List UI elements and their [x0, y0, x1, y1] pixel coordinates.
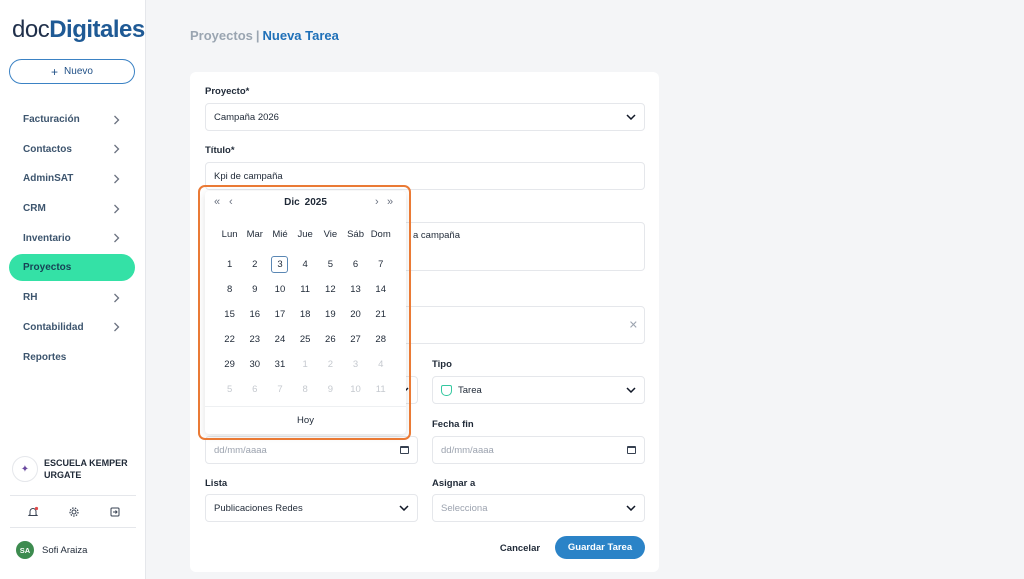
- sidebar-nav: Facturación Contactos AdminSAT CRM Inventari…: [9, 106, 135, 373]
- chevron-right-icon: [113, 144, 123, 154]
- chevron-right-icon: [113, 293, 123, 303]
- tipo-select-value: Tarea: [458, 384, 482, 396]
- sidebar-item-proyectos[interactable]: Proyectos: [9, 254, 135, 282]
- asignar-label: Asignar a: [432, 478, 476, 489]
- chevron-down-icon: [626, 385, 636, 396]
- sidebar-item-contabilidad[interactable]: Contabilidad: [9, 314, 135, 341]
- chevron-right-icon: [113, 115, 123, 125]
- page-title: Nueva Tarea: [262, 28, 339, 43]
- fecha-fin-placeholder: dd/mm/aaaa: [441, 444, 494, 456]
- sidebar-item-contactos[interactable]: Contactos: [9, 136, 135, 163]
- divider: [10, 527, 136, 528]
- lista-label: Lista: [205, 478, 228, 489]
- save-task-button[interactable]: Guardar Tarea: [555, 536, 645, 559]
- asignar-placeholder: Selecciona: [441, 502, 488, 514]
- project-select-value: Campaña 2026: [214, 111, 279, 123]
- clear-icon[interactable]: ✕: [629, 319, 638, 332]
- new-button[interactable]: + Nuevo: [9, 59, 135, 84]
- sidebar-item-rh[interactable]: RH: [9, 284, 135, 311]
- sidebar-item-label: Contabilidad: [23, 321, 84, 333]
- organization[interactable]: ✦ ESCUELA KEMPER URGATE: [12, 456, 140, 482]
- sidebar-item-adminsat[interactable]: AdminSAT: [9, 165, 135, 192]
- calendar-icon[interactable]: [400, 446, 409, 454]
- avatar: SA: [16, 541, 34, 559]
- cancel-button[interactable]: Cancelar: [494, 538, 546, 558]
- chevron-down-icon: [626, 112, 636, 123]
- chevron-right-icon: [113, 322, 123, 332]
- project-select[interactable]: Campaña 2026: [205, 103, 645, 131]
- breadcrumb: Proyectos | Nueva Tarea: [190, 28, 339, 43]
- tag-icon: [441, 384, 452, 396]
- sidebar-item-reportes[interactable]: Reportes: [9, 344, 135, 371]
- plus-icon: +: [51, 64, 59, 79]
- sidebar-item-facturaci-n[interactable]: Facturación: [9, 106, 135, 133]
- logout-icon[interactable]: [106, 503, 124, 521]
- sidebar-item-crm[interactable]: CRM: [9, 195, 135, 222]
- chevron-right-icon: [113, 174, 123, 184]
- fecha-inicio-input[interactable]: dd/mm/aaaa: [205, 436, 418, 464]
- calendar-icon[interactable]: [627, 446, 636, 454]
- logo-text-doc: doc: [12, 16, 50, 43]
- fecha-fin-label: Fecha fin: [432, 419, 474, 430]
- sidebar-item-inventario[interactable]: Inventario: [9, 225, 135, 252]
- sidebar-item-label: CRM: [23, 203, 46, 215]
- lista-select-value: Publicaciones Redes: [214, 502, 303, 514]
- fecha-inicio-placeholder: dd/mm/aaaa: [214, 444, 267, 456]
- sidebar-item-label: Contactos: [23, 143, 72, 155]
- new-button-label: Nuevo: [64, 66, 93, 77]
- org-name-line2: URGATE: [44, 470, 82, 480]
- app-logo[interactable]: docDigitales: [12, 16, 145, 44]
- user-name: Sofi Araiza: [42, 544, 88, 556]
- chevron-right-icon: [113, 233, 123, 243]
- sidebar-tools: [12, 503, 136, 521]
- lista-select[interactable]: Publicaciones Redes: [205, 494, 418, 522]
- chevron-down-icon: [399, 503, 409, 514]
- breadcrumb-separator: |: [255, 28, 260, 43]
- org-logo-icon: ✦: [12, 456, 38, 482]
- logo-text-digitales: Digitales: [49, 16, 145, 43]
- project-label: Proyecto*: [205, 86, 250, 97]
- user-profile[interactable]: SA Sofi Araiza: [16, 541, 87, 559]
- highlight-box: [198, 185, 411, 440]
- breadcrumb-parent[interactable]: Proyectos: [190, 28, 253, 43]
- tipo-select[interactable]: Tarea: [432, 376, 645, 404]
- sidebar-item-label: Inventario: [23, 232, 71, 244]
- sidebar: docDigitales + Nuevo Facturación Contacto…: [0, 0, 146, 579]
- sidebar-item-label: AdminSAT: [23, 173, 74, 185]
- gear-icon[interactable]: [65, 503, 83, 521]
- chevron-right-icon: [113, 204, 123, 214]
- fecha-fin-input[interactable]: dd/mm/aaaa: [432, 436, 645, 464]
- sidebar-item-label: Facturación: [23, 114, 80, 125]
- sidebar-item-label: Proyectos: [23, 262, 72, 274]
- sidebar-item-label: Reportes: [23, 351, 67, 363]
- org-name-line1: ESCUELA KEMPER: [44, 458, 128, 468]
- chevron-down-icon: [626, 503, 636, 514]
- title-input-value: Kpi de campaña: [214, 170, 283, 182]
- tipo-label: Tipo: [432, 359, 452, 370]
- divider: [10, 495, 136, 496]
- description-text: a campaña: [413, 230, 461, 241]
- bell-icon[interactable]: [24, 503, 42, 521]
- sidebar-item-label: RH: [23, 292, 38, 304]
- asignar-select[interactable]: Selecciona: [432, 494, 645, 522]
- org-name: ESCUELA KEMPER URGATE: [44, 457, 128, 481]
- title-label: Título*: [205, 145, 235, 156]
